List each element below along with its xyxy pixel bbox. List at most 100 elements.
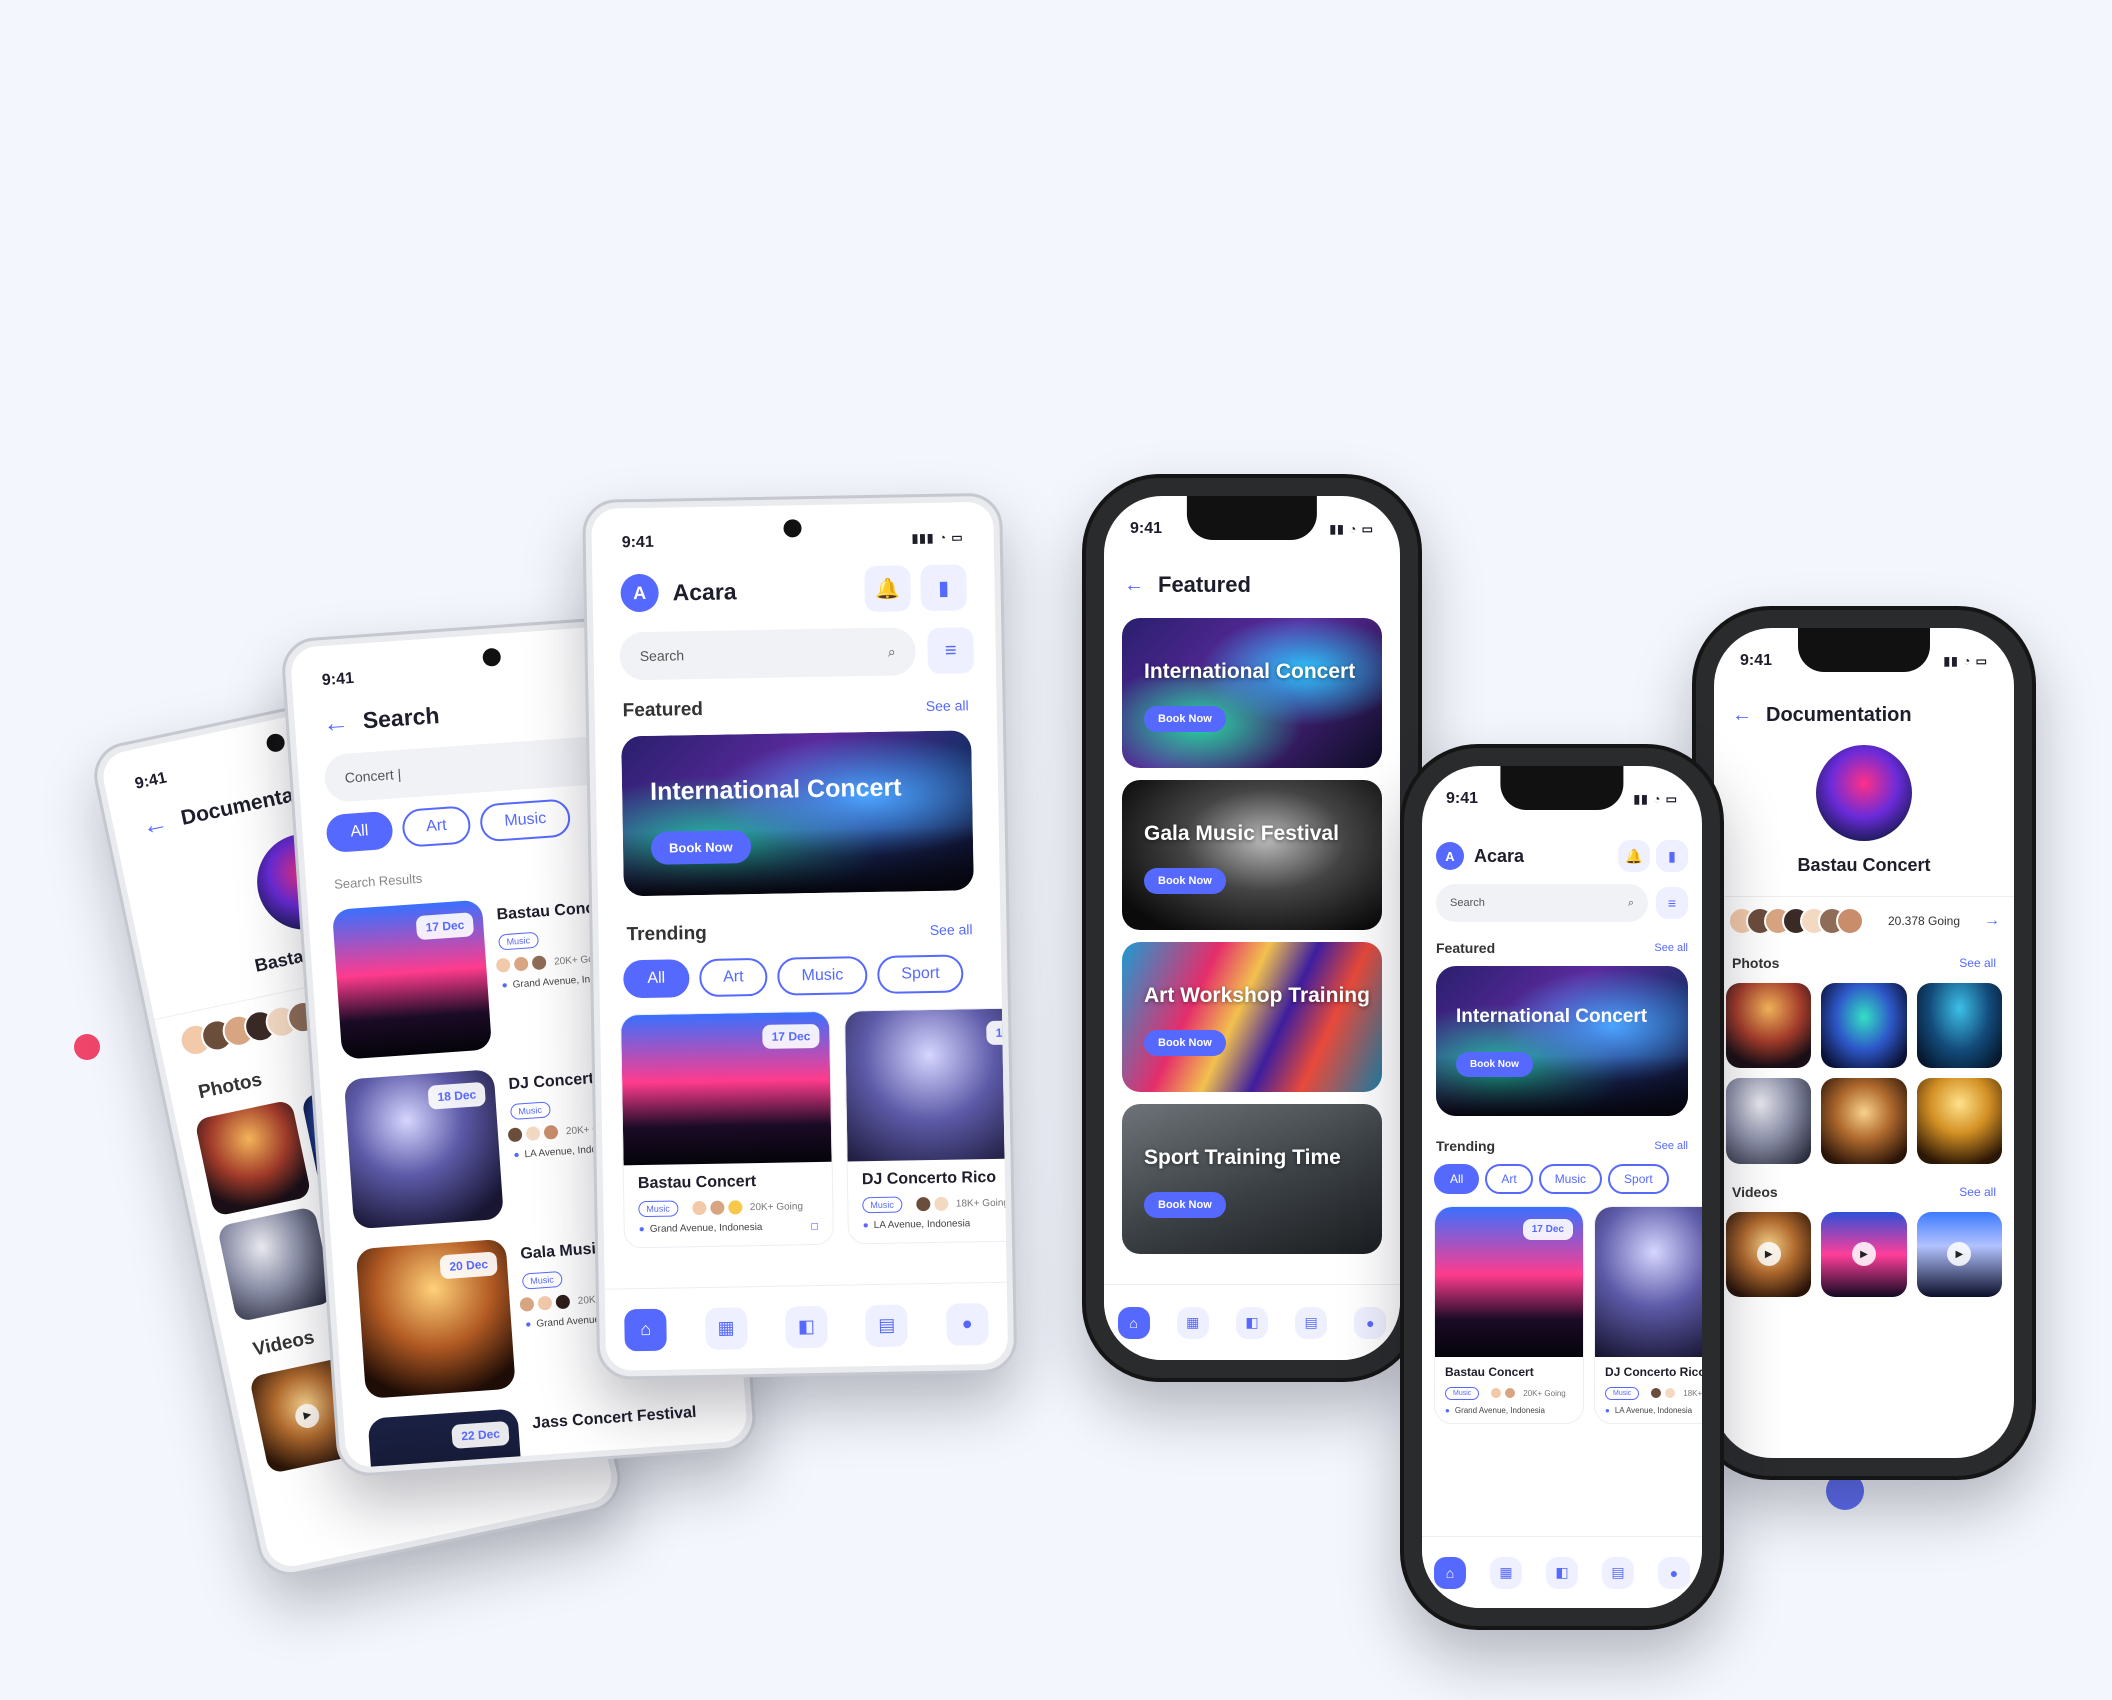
photo-thumb[interactable] — [1726, 983, 1812, 1069]
arrow-right-icon[interactable]: → — [1984, 912, 2000, 930]
location-pin-icon: ● — [862, 1220, 869, 1232]
photos-see-all-link[interactable]: See all — [1959, 956, 1996, 970]
chip-all[interactable]: All — [325, 810, 394, 854]
chip-art[interactable]: Art — [1485, 1164, 1533, 1194]
location-pin-icon: ● — [1605, 1406, 1610, 1415]
home-icon[interactable]: ⌂ — [1434, 1556, 1466, 1589]
going-count: 18K+ Going — [1683, 1388, 1702, 1398]
featured-card[interactable]: Art Workshop Training Book Now — [1122, 942, 1382, 1092]
chip-music[interactable]: Music — [479, 798, 572, 843]
book-now-button[interactable]: Book Now — [1144, 1030, 1226, 1056]
video-thumb[interactable]: ▶ — [1916, 1211, 2003, 1298]
home-icon[interactable]: ⌂ — [1117, 1306, 1150, 1339]
location-text: Grand Avenue, Indonesia — [1454, 1406, 1545, 1415]
photo-thumb[interactable] — [1821, 983, 1907, 1069]
play-icon[interactable]: ▶ — [293, 1401, 322, 1430]
schedule-icon[interactable]: ▤ — [1602, 1556, 1634, 1589]
search-input[interactable]: Search ⌕ — [619, 627, 917, 681]
schedule-icon[interactable]: ▤ — [865, 1303, 909, 1347]
filter-icon[interactable]: ≡ — [927, 627, 975, 674]
avatar — [523, 1123, 543, 1144]
phone-iphone-documentation: 9:41 ▮▮ ◔ ▭ ← Documentation Bastau Concer… — [1692, 606, 2036, 1480]
bell-icon[interactable]: 🔔 — [864, 565, 911, 613]
profile-icon[interactable]: ● — [1354, 1306, 1387, 1339]
save-bookmark-icon[interactable]: ◻ — [810, 1221, 819, 1232]
book-now-button[interactable]: Book Now — [1456, 1052, 1533, 1077]
schedule-icon[interactable]: ▤ — [1295, 1306, 1328, 1339]
home-icon[interactable]: ⌂ — [624, 1308, 668, 1351]
calendar-icon[interactable]: ▦ — [1176, 1306, 1209, 1339]
book-now-button[interactable]: Book Now — [1144, 868, 1226, 894]
trending-see-all-link[interactable]: See all — [930, 921, 973, 938]
event-name: Bastau Concert — [1797, 855, 1931, 875]
featured-hero-card[interactable]: International Concert Book Now — [621, 730, 974, 897]
date-badge: 18 Dec — [986, 1020, 1007, 1046]
bookmark-icon[interactable]: ▮ — [920, 564, 967, 612]
event-card[interactable]: DJ Concerto Rico Music 18K+ Going ● LA Ave… — [1594, 1206, 1702, 1424]
photo-thumb[interactable] — [194, 1099, 312, 1217]
bookmark-icon[interactable]: ▮ — [1656, 840, 1688, 872]
chip-music[interactable]: Music — [777, 956, 868, 996]
calendar-icon[interactable]: ▦ — [704, 1306, 748, 1350]
back-arrow-icon[interactable]: ← — [139, 806, 171, 842]
book-now-button[interactable]: Book Now — [1144, 1192, 1226, 1218]
videos-see-all-link[interactable]: See all — [1959, 1185, 1996, 1199]
event-card[interactable]: 17 Dec Bastau Concert Music 20K+ Going ● G… — [1434, 1206, 1584, 1424]
book-now-button[interactable]: Book Now — [1144, 706, 1226, 732]
featured-see-all-link[interactable]: See all — [1654, 942, 1688, 954]
event-card-body: DJ Concerto Rico Music 18K+ Going ● LA Ave… — [1595, 1357, 1702, 1423]
result-image: 22 Dec — [367, 1408, 528, 1469]
featured-card[interactable]: Gala Music Festival Book Now — [1122, 780, 1382, 930]
video-thumb[interactable]: ▶ — [1821, 1211, 1907, 1298]
photo-thumb[interactable] — [1821, 1078, 1907, 1164]
play-icon[interactable]: ▶ — [1947, 1242, 1972, 1267]
back-arrow-icon[interactable]: ← — [322, 706, 350, 739]
header-actions: 🔔 ▮ — [864, 564, 967, 613]
going-row[interactable]: 20.378 Going → — [1714, 896, 2014, 945]
featured-hero-card[interactable]: International Concert Book Now — [1436, 966, 1688, 1116]
event-card[interactable]: 18 Dec DJ Concerto Rico Music 18K+ Going … — [843, 1006, 1007, 1245]
search-icon[interactable]: ⌕ — [1628, 897, 1634, 910]
book-now-button[interactable]: Book Now — [650, 830, 751, 865]
photos-label: Photos — [196, 1069, 264, 1104]
photos-label: Photos — [1732, 955, 1780, 971]
featured-see-all-link[interactable]: See all — [926, 697, 969, 714]
profile-icon[interactable]: ● — [1658, 1556, 1690, 1589]
featured-card[interactable]: International Concert Book Now — [1122, 618, 1382, 768]
result-image: 17 Dec — [331, 899, 493, 1060]
search-icon[interactable]: ⌕ — [888, 643, 896, 660]
event-card[interactable]: 17 Dec Bastau Concert Music 20K+ Going ● G… — [619, 1010, 835, 1249]
bell-icon[interactable]: 🔔 — [1618, 840, 1650, 872]
photo-thumb[interactable] — [1726, 1078, 1812, 1164]
back-arrow-icon[interactable]: ← — [1124, 574, 1144, 597]
map-icon[interactable]: ◧ — [785, 1305, 828, 1349]
play-icon[interactable]: ▶ — [1756, 1242, 1781, 1267]
photo-thumb[interactable] — [216, 1205, 334, 1323]
home-header: A Acara 🔔 ▮ — [1422, 818, 1702, 880]
search-input[interactable]: Search ⌕ — [1436, 884, 1648, 922]
play-icon[interactable]: ▶ — [1852, 1242, 1877, 1267]
chip-music[interactable]: Music — [1538, 1164, 1603, 1194]
filter-icon[interactable]: ≡ — [1656, 887, 1688, 919]
chip-sport[interactable]: Sport — [877, 954, 964, 994]
profile-icon[interactable]: ● — [945, 1302, 989, 1346]
signal-icon: ▮▮ ◔ ▭ — [1329, 522, 1374, 536]
trending-see-all-link[interactable]: See all — [1654, 1140, 1688, 1152]
chip-sport[interactable]: Sport — [1608, 1164, 1669, 1194]
video-thumb[interactable]: ▶ — [1726, 1211, 1812, 1298]
status-time: 9:41 — [1130, 520, 1163, 537]
map-icon[interactable]: ◧ — [1546, 1556, 1578, 1589]
chip-all[interactable]: All — [1434, 1164, 1480, 1194]
photo-thumb[interactable] — [1916, 1078, 2003, 1164]
chip-all[interactable]: All — [623, 959, 690, 999]
app-logo-icon: A — [620, 573, 659, 613]
status-time: 9:41 — [1740, 652, 1773, 669]
status-time: 9:41 — [321, 669, 355, 690]
calendar-icon[interactable]: ▦ — [1490, 1556, 1522, 1589]
chip-art[interactable]: Art — [698, 957, 768, 998]
back-arrow-icon[interactable]: ← — [1732, 704, 1752, 727]
chip-art[interactable]: Art — [400, 805, 472, 848]
photo-thumb[interactable] — [1916, 983, 2003, 1069]
map-icon[interactable]: ◧ — [1235, 1306, 1268, 1339]
featured-card[interactable]: Sport Training Time Book Now — [1122, 1104, 1382, 1254]
